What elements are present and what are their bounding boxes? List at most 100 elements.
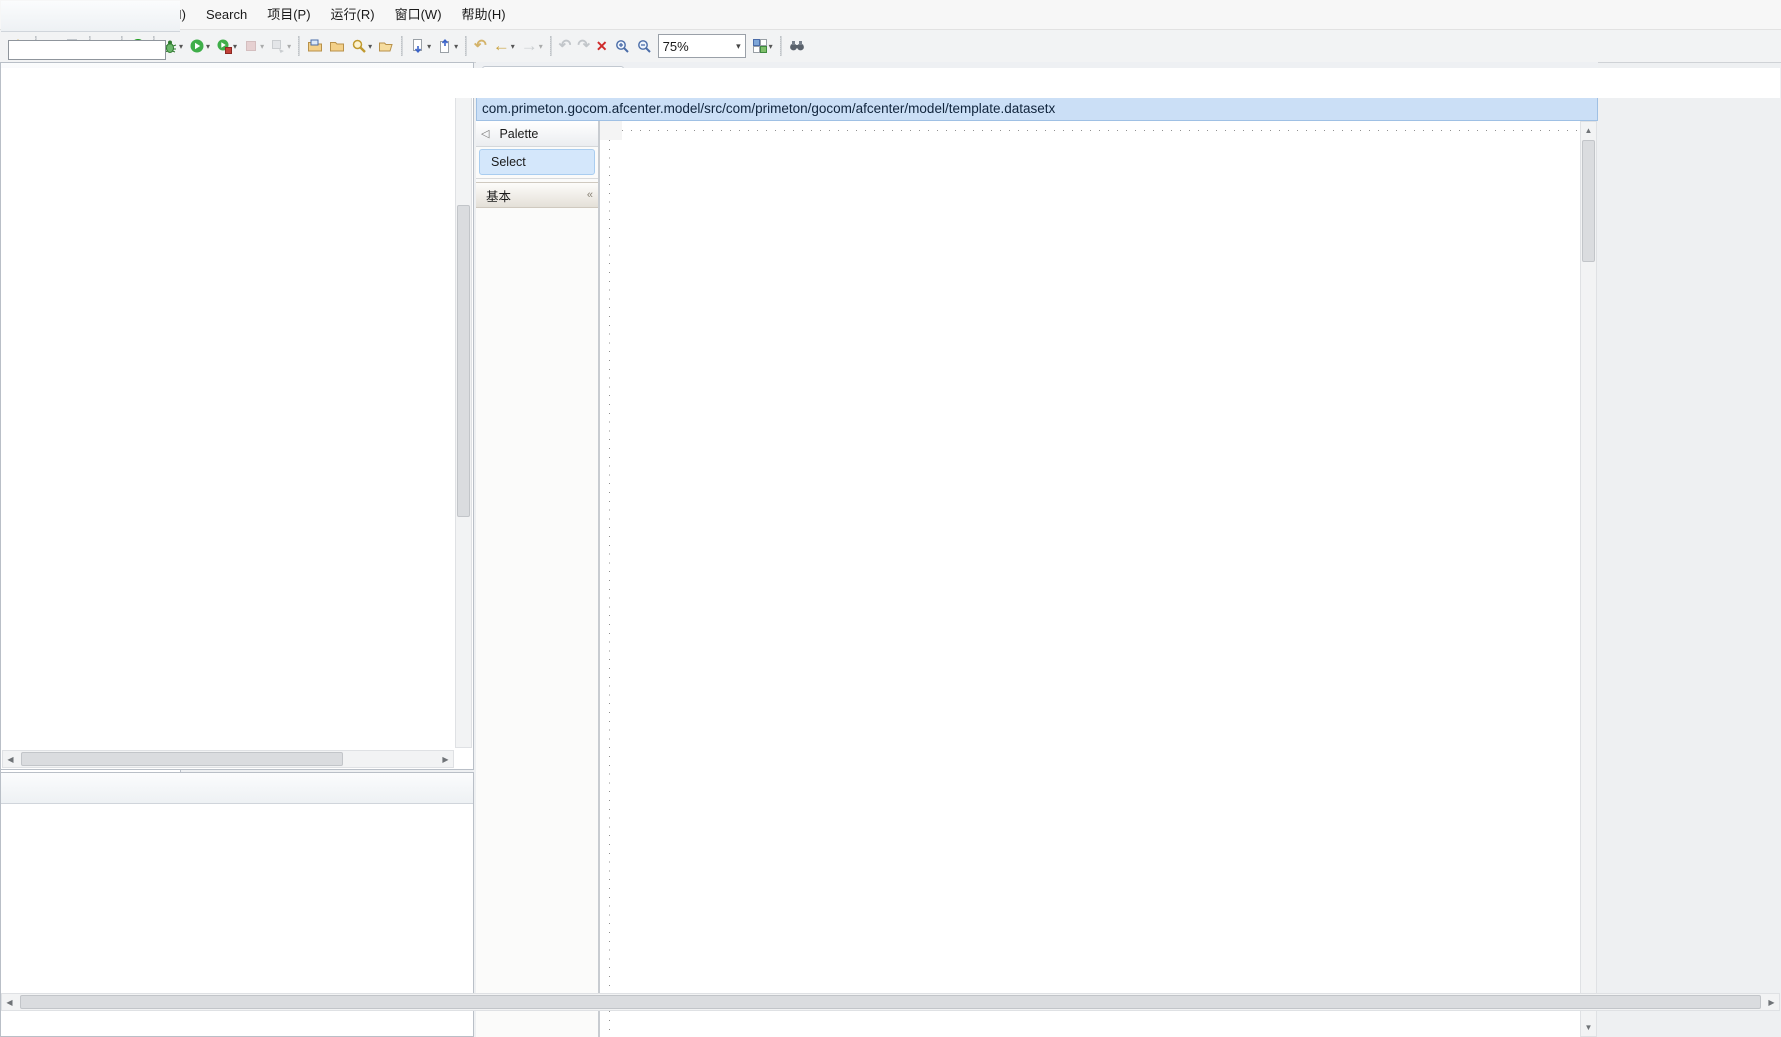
- back-button[interactable]: ←▾: [491, 34, 517, 58]
- chevron-down-icon[interactable]: ▾: [179, 42, 183, 51]
- menu-运行R[interactable]: 运行(R): [321, 0, 385, 30]
- chevron-down-icon[interactable]: ▾: [454, 42, 458, 51]
- folder-open-button[interactable]: [376, 34, 396, 58]
- toolbar-separator: [780, 36, 782, 56]
- toolbar-separator: [401, 36, 403, 56]
- collapse-palette-icon[interactable]: ◁: [481, 127, 489, 140]
- main-toolbar: ▾▾▾▾▾▾▾▾▾↶←▾→▾↶↷✕75%▾▾: [0, 30, 1781, 63]
- chevron-down-icon[interactable]: ▾: [368, 42, 372, 51]
- ide-window: 文件(F)编辑(E)导航(N)Search项目(P)运行(R)窗口(W)帮助(H…: [0, 0, 1781, 1037]
- run-button[interactable]: ▾: [187, 34, 212, 58]
- chevron-down-icon[interactable]: ▾: [511, 42, 515, 51]
- palette-panel: ◁ Palette Select 基本 «: [476, 121, 600, 1037]
- right-panel-hscrollbar[interactable]: ◀ ▶: [1, 993, 1780, 1011]
- binoculars-icon: [789, 38, 805, 54]
- zoom-in-button[interactable]: [612, 34, 632, 58]
- chevron-down-icon[interactable]: ▾: [233, 42, 237, 51]
- datasource-explorer-header: [1, 773, 473, 804]
- toolbar-separator: [550, 36, 552, 56]
- vertical-ruler: [600, 140, 623, 1037]
- last-edit-button[interactable]: ↶: [472, 34, 489, 58]
- chevron-down-icon[interactable]: ▾: [769, 42, 773, 51]
- datasource-toolbar: [1, 804, 473, 832]
- chevron-down-icon[interactable]: ▾: [287, 42, 291, 51]
- canvas-vscrollbar[interactable]: ▲ ▼: [1580, 121, 1597, 1037]
- zoom-out-button[interactable]: [634, 34, 654, 58]
- chevron-down-icon[interactable]: ▾: [260, 42, 264, 51]
- binoculars-button[interactable]: [787, 34, 807, 58]
- menu-Search[interactable]: Search: [196, 0, 257, 30]
- scroll-left-icon[interactable]: ◀: [2, 995, 17, 1010]
- toolbar-separator: [465, 36, 467, 56]
- layout-mode-button[interactable]: ▾: [750, 34, 775, 58]
- undo-icon: ↶: [559, 38, 572, 54]
- drawer-pin-icon[interactable]: «: [587, 189, 593, 201]
- scroll-left-icon[interactable]: ◀: [3, 752, 18, 767]
- right-panel-tree: [1, 68, 1780, 98]
- scroll-right-icon[interactable]: ▶: [438, 752, 453, 767]
- zoom-in-icon: [614, 38, 630, 54]
- run-icon: [189, 38, 205, 54]
- menu-窗口W[interactable]: 窗口(W): [385, 0, 452, 30]
- breadcrumb: com.primeton.gocom.afcenter.model/src/co…: [476, 96, 1598, 121]
- ruler-corner: [600, 121, 623, 141]
- resource-explorer-tree: [2, 94, 452, 748]
- next-annotation-icon: [410, 38, 426, 54]
- search-torch-button[interactable]: ▾: [349, 34, 374, 58]
- scroll-right-icon[interactable]: ▶: [1764, 995, 1779, 1010]
- open-resource-button[interactable]: [305, 34, 325, 58]
- undo-button[interactable]: ↶: [557, 34, 574, 58]
- redo-button[interactable]: ↷: [575, 34, 592, 58]
- forward-icon: →: [521, 38, 538, 54]
- diagram-canvas[interactable]: [622, 140, 1580, 1037]
- forward-button[interactable]: →▾: [519, 34, 545, 58]
- scroll-up-icon[interactable]: ▲: [1581, 123, 1596, 138]
- next-annotation-button[interactable]: ▾: [408, 34, 433, 58]
- search-input[interactable]: [8, 40, 166, 60]
- scroll-down-icon[interactable]: ▼: [1581, 1020, 1596, 1035]
- run-coverage-icon: [216, 38, 232, 54]
- chevron-down-icon[interactable]: ▾: [539, 42, 543, 51]
- canvas-vscroll-thumb[interactable]: [1582, 140, 1595, 262]
- horizontal-ruler: [622, 121, 1580, 141]
- chevron-down-icon[interactable]: ▾: [206, 42, 210, 51]
- menu-bar: 文件(F)编辑(E)导航(N)Search项目(P)运行(R)窗口(W)帮助(H…: [0, 0, 1781, 30]
- palette-header[interactable]: ◁ Palette: [476, 121, 598, 147]
- prev-annotation-button[interactable]: ▾: [435, 34, 460, 58]
- run-last-button[interactable]: ▾: [268, 34, 293, 58]
- zoom-level-combo[interactable]: 75% ▾: [658, 34, 746, 58]
- chevron-down-icon: ▾: [736, 41, 741, 52]
- resource-explorer-panel: ◀ ▶: [0, 62, 474, 770]
- open-resource-icon: [307, 38, 323, 54]
- delete-red-button[interactable]: ✕: [594, 34, 610, 58]
- palette-select-tool[interactable]: Select: [479, 149, 595, 175]
- menu-项目P[interactable]: 项目(P): [257, 0, 320, 30]
- run-coverage-button[interactable]: ▾: [214, 34, 239, 58]
- chevron-down-icon[interactable]: ▾: [427, 42, 431, 51]
- stop-button[interactable]: ▾: [241, 34, 266, 58]
- palette-drawer-basic[interactable]: 基本 «: [476, 182, 598, 208]
- folder-icon: [329, 38, 345, 54]
- explorer-hscrollbar[interactable]: ◀ ▶: [2, 750, 454, 768]
- right-panel-header: [1, 1, 180, 32]
- palette-title: Palette: [499, 127, 538, 141]
- search-torch-icon: [351, 38, 367, 54]
- relationship-wires: [622, 140, 1580, 1037]
- right-hscroll-thumb[interactable]: [20, 995, 1761, 1009]
- zoom-out-icon: [636, 38, 652, 54]
- zoom-level-value: 75%: [663, 39, 689, 54]
- explorer-vscrollbar[interactable]: [455, 94, 472, 748]
- back-icon: ←: [493, 38, 510, 54]
- toolbar-separator: [298, 36, 300, 56]
- menu-帮助H[interactable]: 帮助(H): [452, 0, 516, 30]
- last-edit-icon: ↶: [474, 38, 487, 54]
- prev-annotation-icon: [437, 38, 453, 54]
- delete-red-icon: ✕: [596, 38, 608, 54]
- redo-icon: ↷: [577, 38, 590, 54]
- folder-button[interactable]: [327, 34, 347, 58]
- run-last-icon: [270, 38, 286, 54]
- explorer-hscroll-thumb[interactable]: [21, 752, 343, 766]
- folder-open-icon: [378, 38, 394, 54]
- explorer-vscroll-thumb[interactable]: [457, 205, 470, 517]
- stop-icon: [243, 38, 259, 54]
